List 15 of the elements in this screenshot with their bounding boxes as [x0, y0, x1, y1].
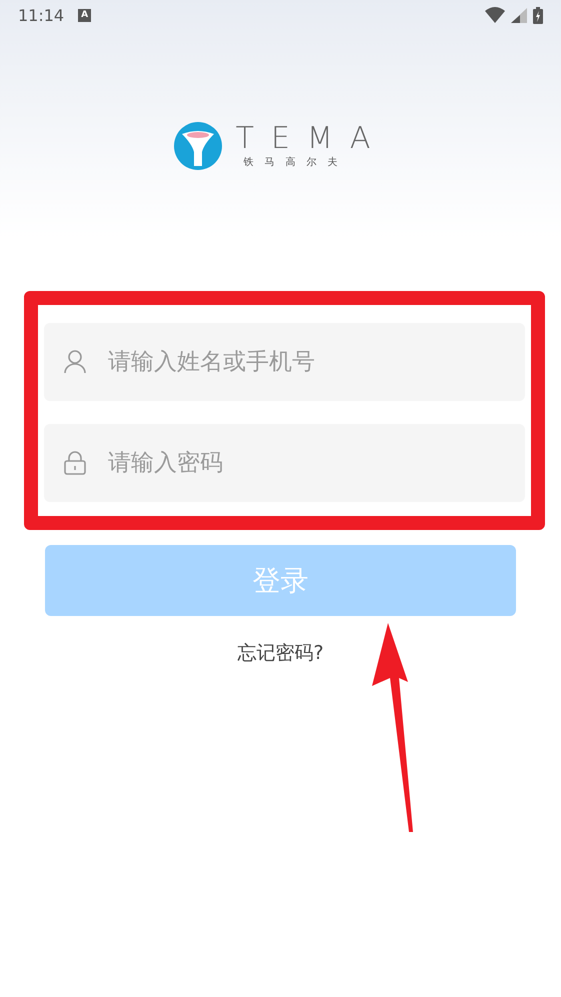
password-field[interactable]: 请输入密码 — [106, 449, 505, 477]
user-icon — [64, 350, 86, 374]
notification-icon: A — [78, 8, 92, 22]
username-field[interactable]: 请输入姓名或手机号 — [106, 348, 505, 376]
logo-icon — [174, 122, 222, 170]
brand-wordmark: TEMA — [236, 123, 388, 155]
lock-icon — [64, 451, 86, 475]
brand-tagline: 铁马高尔夫 — [244, 156, 349, 169]
clock-time: 11:14 — [18, 6, 64, 24]
username-input-box[interactable]: 请输入姓名或手机号 — [44, 323, 525, 401]
password-input-box[interactable]: 请输入密码 — [44, 424, 525, 502]
battery-icon — [533, 6, 543, 24]
wifi-icon — [485, 7, 505, 23]
signal-icon — [511, 8, 527, 22]
forgot-password-link[interactable]: 忘记密码? — [0, 640, 561, 666]
